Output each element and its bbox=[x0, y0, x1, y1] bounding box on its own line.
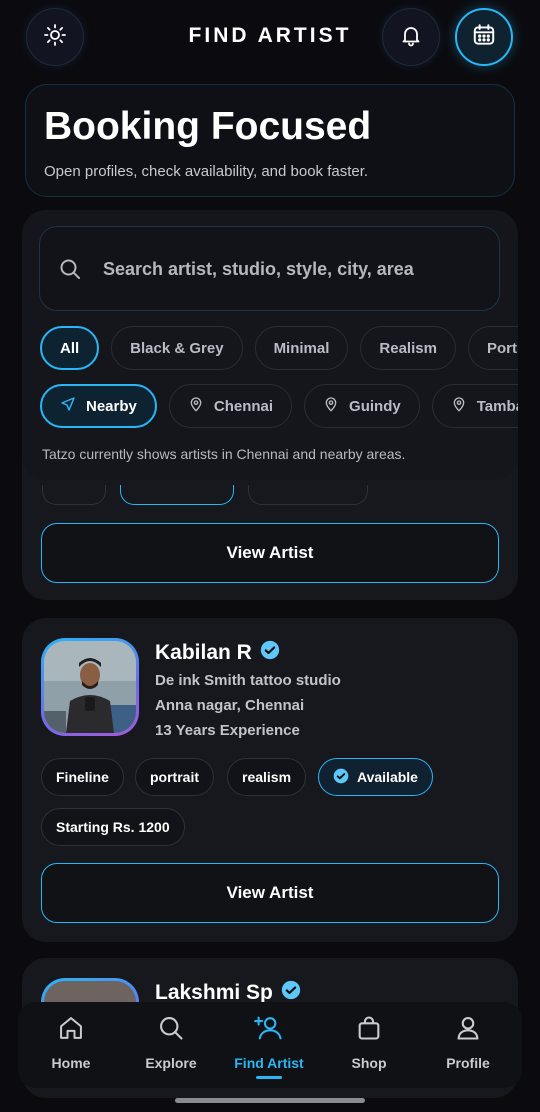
calendar-icon bbox=[471, 22, 497, 53]
home-indicator[interactable] bbox=[175, 1098, 365, 1103]
hero-title: Booking Focused bbox=[44, 105, 372, 148]
chip-label: All bbox=[60, 339, 80, 357]
availability-badge: Available bbox=[318, 758, 433, 796]
tag-partial bbox=[42, 485, 106, 505]
artist-avatar[interactable] bbox=[41, 638, 139, 736]
location-filter-row: Nearby Chennai Guindy Tambaram bbox=[40, 384, 518, 428]
map-pin-icon bbox=[451, 396, 467, 416]
style-tag: portrait bbox=[135, 758, 214, 796]
nav-explore[interactable]: Explore bbox=[126, 1014, 216, 1071]
artist-name-row: Kabilan R bbox=[155, 640, 280, 666]
nav-profile[interactable]: Profile bbox=[423, 1014, 513, 1071]
price-badge: Starting Rs. 1200 bbox=[41, 808, 185, 846]
bottom-navigation: Home Explore Find Artist Shop Profile bbox=[18, 1002, 522, 1088]
search-icon bbox=[157, 1017, 185, 1046]
view-artist-button[interactable]: View Artist bbox=[41, 863, 499, 923]
chip-label: Minimal bbox=[273, 339, 330, 357]
artist-card: Kabilan R De ink Smith tattoo studio Ann… bbox=[22, 618, 518, 942]
tag-partial bbox=[120, 485, 234, 505]
search-placeholder: Search artist, studio, style, city, area bbox=[103, 259, 414, 279]
nav-label: Home bbox=[51, 1055, 91, 1071]
chip-label: Tambaram bbox=[476, 397, 518, 415]
nav-home[interactable]: Home bbox=[26, 1014, 116, 1071]
chip-portrait[interactable]: Portrait bbox=[467, 326, 518, 370]
chip-black-grey[interactable]: Black & Grey bbox=[111, 326, 243, 370]
user-plus-icon bbox=[254, 1016, 284, 1046]
chip-label: Nearby bbox=[86, 397, 137, 415]
chip-all[interactable]: All bbox=[40, 326, 100, 370]
notifications-button[interactable] bbox=[382, 8, 440, 66]
check-circle-icon bbox=[333, 768, 349, 787]
nav-find-artist[interactable]: Find Artist bbox=[224, 1014, 314, 1079]
shopping-bag-icon bbox=[355, 1016, 383, 1046]
map-pin-icon bbox=[323, 396, 339, 416]
location-note: Tatzo currently shows artists in Chennai… bbox=[42, 446, 406, 462]
page-title: FIND ARTIST bbox=[188, 24, 352, 47]
home-icon bbox=[57, 1017, 85, 1046]
artist-studio: De ink Smith tattoo studio bbox=[155, 672, 341, 689]
style-filter-row: All Black & Grey Minimal Realism Portrai… bbox=[40, 326, 518, 370]
artist-location: Anna nagar, Chennai bbox=[155, 697, 305, 714]
chip-minimal[interactable]: Minimal bbox=[254, 326, 349, 370]
artist-experience: 13 Years Experience bbox=[155, 722, 300, 739]
chip-guindy[interactable]: Guindy bbox=[304, 384, 420, 428]
chip-label: Realism bbox=[379, 339, 437, 357]
chip-label: Guindy bbox=[349, 397, 401, 415]
bell-icon bbox=[399, 23, 423, 52]
chip-label: Portrait bbox=[486, 339, 518, 357]
hero-banner: Booking Focused Open profiles, check ava… bbox=[25, 84, 515, 197]
artist-photo bbox=[44, 641, 136, 733]
search-filter-panel: Search artist, studio, style, city, area… bbox=[22, 210, 518, 480]
tag-partial bbox=[248, 485, 368, 505]
theme-toggle-button[interactable] bbox=[26, 8, 84, 66]
search-icon bbox=[58, 257, 82, 286]
chip-realism[interactable]: Realism bbox=[360, 326, 456, 370]
chip-tambaram[interactable]: Tambaram bbox=[431, 384, 518, 428]
user-icon bbox=[454, 1017, 482, 1046]
artist-name: Kabilan R bbox=[155, 641, 252, 664]
nav-shop[interactable]: Shop bbox=[324, 1014, 414, 1071]
nav-label: Shop bbox=[351, 1055, 387, 1071]
style-tag: realism bbox=[227, 758, 307, 796]
chip-label: Black & Grey bbox=[130, 339, 224, 357]
availability-label: Available bbox=[357, 769, 418, 785]
nav-label: Find Artist bbox=[234, 1055, 304, 1071]
style-tag: Fineline bbox=[41, 758, 124, 796]
map-pin-icon bbox=[188, 396, 204, 416]
verified-badge-icon bbox=[260, 640, 280, 666]
chip-nearby[interactable]: Nearby bbox=[40, 384, 157, 428]
nav-label: Explore bbox=[145, 1055, 197, 1071]
nav-label: Profile bbox=[446, 1055, 490, 1071]
search-input[interactable]: Search artist, studio, style, city, area bbox=[39, 226, 500, 311]
navigation-arrow-icon bbox=[60, 396, 76, 416]
bookings-calendar-button[interactable] bbox=[455, 8, 513, 66]
hero-subtitle: Open profiles, check availability, and b… bbox=[44, 163, 369, 180]
view-artist-button[interactable]: View Artist bbox=[41, 523, 499, 583]
active-indicator bbox=[256, 1076, 282, 1079]
sun-icon bbox=[43, 23, 67, 52]
chip-chennai[interactable]: Chennai bbox=[168, 384, 293, 428]
chip-label: Chennai bbox=[213, 397, 274, 415]
